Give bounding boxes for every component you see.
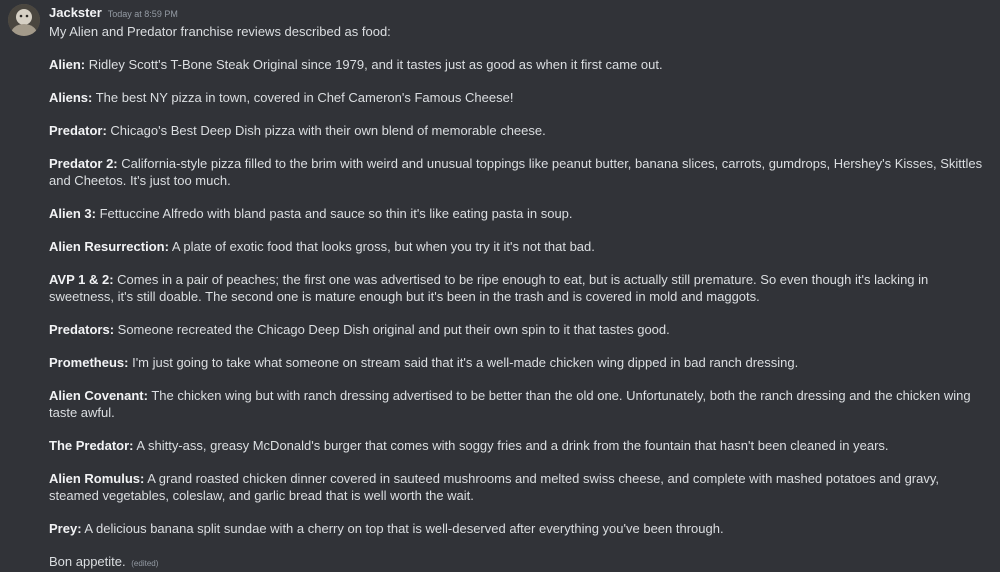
review-title: The Predator: xyxy=(49,438,134,453)
username[interactable]: Jackster xyxy=(49,5,102,20)
review-title: Prometheus: xyxy=(49,355,129,370)
review-item: Alien Romulus: A grand roasted chicken d… xyxy=(49,470,989,504)
review-item: AVP 1 & 2: Comes in a pair of peaches; t… xyxy=(49,271,989,305)
review-item: Predators: Someone recreated the Chicago… xyxy=(49,321,989,338)
review-item: Predator: Chicago's Best Deep Dish pizza… xyxy=(49,122,989,139)
review-text: A grand roasted chicken dinner covered i… xyxy=(49,471,940,503)
review-text: A plate of exotic food that looks gross,… xyxy=(168,239,595,254)
review-text: A delicious banana split sundae with a c… xyxy=(81,521,724,536)
review-text: Someone recreated the Chicago Deep Dish … xyxy=(114,322,670,337)
review-item: Prometheus: I'm just going to take what … xyxy=(49,354,989,371)
review-title: Alien 3: xyxy=(49,206,96,221)
review-title: Predator: xyxy=(49,123,107,138)
review-text: The chicken wing but with ranch dressing… xyxy=(49,388,971,420)
review-title: Alien Resurrection: xyxy=(49,239,169,254)
closing-text: Bon appetite. xyxy=(49,554,126,569)
review-item: Alien: Ridley Scott's T-Bone Steak Origi… xyxy=(49,56,989,73)
review-item: The Predator: A shitty-ass, greasy McDon… xyxy=(49,437,989,454)
review-text: Comes in a pair of peaches; the first on… xyxy=(49,272,929,304)
review-title: Predators: xyxy=(49,322,115,337)
review-item: Alien Covenant: The chicken wing but wit… xyxy=(49,387,989,421)
review-item: Aliens: The best NY pizza in town, cover… xyxy=(49,89,989,106)
message-closing: Bon appetite. (edited) xyxy=(49,553,989,572)
review-item: Alien 3: Fettuccine Alfredo with bland p… xyxy=(49,205,989,222)
review-title: Alien Covenant: xyxy=(49,388,148,403)
review-item: Predator 2: California-style pizza fille… xyxy=(49,155,989,189)
review-text: Chicago's Best Deep Dish pizza with thei… xyxy=(106,123,546,138)
review-text: Ridley Scott's T-Bone Steak Original sin… xyxy=(85,57,663,72)
user-avatar-icon xyxy=(8,4,40,36)
edited-label: (edited) xyxy=(131,559,159,568)
review-title: Alien: xyxy=(49,57,86,72)
review-text: The best NY pizza in town, covered in Ch… xyxy=(92,90,514,105)
review-text: California-style pizza filled to the bri… xyxy=(49,156,983,188)
review-item: Alien Resurrection: A plate of exotic fo… xyxy=(49,238,989,255)
message-content: My Alien and Predator franchise reviews … xyxy=(49,23,989,572)
review-text: Fettuccine Alfredo with bland pasta and … xyxy=(95,206,573,221)
review-title: Prey: xyxy=(49,521,82,536)
avatar[interactable] xyxy=(8,4,40,36)
message-timestamp[interactable]: Today at 8:59 PM xyxy=(108,9,178,19)
review-list: Alien: Ridley Scott's T-Bone Steak Origi… xyxy=(49,56,989,537)
review-item: Prey: A delicious banana split sundae wi… xyxy=(49,520,989,537)
review-text: A shitty-ass, greasy McDonald's burger t… xyxy=(133,438,889,453)
review-text: I'm just going to take what someone on s… xyxy=(128,355,799,370)
review-title: Aliens: xyxy=(49,90,93,105)
review-title: Predator 2: xyxy=(49,156,118,171)
message-intro: My Alien and Predator franchise reviews … xyxy=(49,24,391,39)
message-header: Jackster Today at 8:59 PM xyxy=(49,5,178,23)
chat-message: Jackster Today at 8:59 PM My Alien and P… xyxy=(0,0,1000,570)
review-title: AVP 1 & 2: xyxy=(49,272,114,287)
review-title: Alien Romulus: xyxy=(49,471,145,486)
